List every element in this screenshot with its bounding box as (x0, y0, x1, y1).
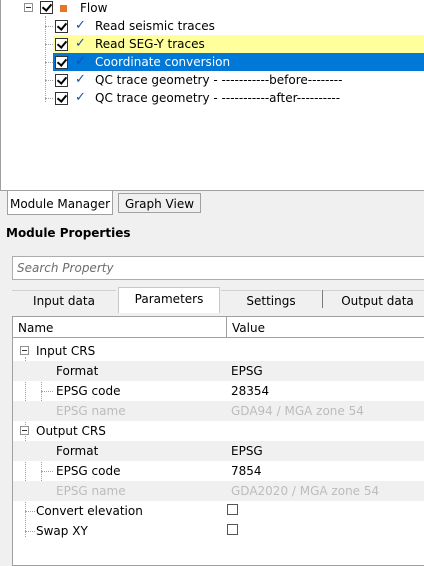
property-row-input-format[interactable]: Format EPSG (13, 361, 424, 381)
flow-item-qc-geometry-before[interactable]: ✓ QC trace geometry - -----------before-… (53, 71, 424, 89)
check-icon: ✓ (75, 18, 86, 33)
check-icon: ✓ (75, 36, 86, 51)
search-property-input[interactable]: Search Property (12, 256, 424, 280)
property-label: Format (56, 364, 99, 378)
tree-connector (45, 62, 53, 63)
flow-root-label: Flow (80, 1, 108, 15)
convert-elevation-checkbox[interactable] (227, 504, 238, 515)
flow-item-checkbox[interactable] (55, 56, 68, 69)
flow-item-label: Coordinate conversion (95, 55, 231, 69)
tab-input-data[interactable]: Input data (12, 290, 116, 311)
property-label: EPSG code (56, 384, 121, 398)
property-value: GDA94 / MGA zone 54 (231, 404, 364, 418)
column-header-value[interactable]: Value (227, 317, 424, 337)
tab-graph-view[interactable]: Graph View (118, 193, 201, 213)
tab-settings[interactable]: Settings (221, 290, 321, 311)
flow-item-qc-geometry-after[interactable]: ✓ QC trace geometry - -----------after--… (53, 89, 424, 107)
property-row-input-epsg-code[interactable]: EPSG code 28354 (13, 381, 424, 401)
flow-icon (60, 5, 67, 12)
property-value[interactable]: EPSG (231, 361, 263, 381)
property-value[interactable]: 28354 (231, 381, 269, 401)
flow-root-checkbox[interactable] (40, 1, 53, 14)
property-row-output-epsg-name: EPSG name GDA2020 / MGA zone 54 (13, 481, 424, 501)
property-grid: Name Value Input CRS Format EPSG EPSG co… (12, 316, 424, 566)
check-icon: ✓ (75, 54, 86, 69)
flow-item-label: Read SEG-Y traces (95, 37, 205, 51)
check-icon: ✓ (75, 90, 86, 105)
column-header-name[interactable]: Name (13, 317, 226, 337)
property-label: Format (56, 444, 99, 458)
tree-connector (45, 16, 46, 102)
view-tab-bar: Module Manager Graph View (0, 190, 424, 216)
tab-output-data[interactable]: Output data (323, 290, 424, 311)
property-label: EPSG name (56, 484, 126, 498)
property-row-input-epsg-name: EPSG name GDA94 / MGA zone 54 (13, 401, 424, 421)
flow-collapse-toggle[interactable] (24, 3, 33, 12)
grid-header: Name Value (13, 317, 424, 338)
property-group-output-crs[interactable]: Output CRS (13, 421, 424, 441)
flow-item-read-segy-traces[interactable]: ✓ Read SEG-Y traces (53, 35, 424, 53)
property-group-label: Output CRS (36, 424, 106, 438)
property-label: EPSG code (56, 464, 121, 478)
property-row-output-format[interactable]: Format EPSG (13, 441, 424, 461)
property-value[interactable]: EPSG (231, 441, 263, 461)
flow-item-read-seismic-traces[interactable]: ✓ Read seismic traces (53, 17, 424, 35)
property-row-convert-elevation[interactable]: Convert elevation (13, 501, 424, 521)
flow-item-label: QC trace geometry - -----------after----… (95, 91, 341, 105)
flow-item-coordinate-conversion[interactable]: ✓ Coordinate conversion (53, 53, 424, 71)
module-properties-title: Module Properties (6, 226, 131, 240)
property-row-output-epsg-code[interactable]: EPSG code 7854 (13, 461, 424, 481)
property-label: EPSG name (56, 404, 126, 418)
flow-tree-panel: Flow ✓ Read seismic traces ✓ Read SEG-Y … (0, 0, 424, 190)
tree-connector (45, 98, 53, 99)
property-tab-bar: Input data Parameters Settings Output da… (12, 287, 424, 313)
tree-connector (45, 26, 53, 27)
property-label: Convert elevation (36, 504, 143, 518)
property-label: Swap XY (36, 524, 88, 538)
property-value: GDA2020 / MGA zone 54 (231, 484, 380, 498)
tab-module-manager[interactable]: Module Manager (7, 191, 113, 215)
flow-item-checkbox[interactable] (55, 74, 68, 87)
property-group-input-crs[interactable]: Input CRS (13, 341, 424, 361)
property-value[interactable]: 7854 (231, 461, 262, 481)
input-crs-collapse-toggle[interactable] (20, 346, 29, 355)
flow-item-label: QC trace geometry - -----------before---… (95, 73, 343, 87)
property-row-swap-xy[interactable]: Swap XY (13, 521, 424, 541)
output-crs-collapse-toggle[interactable] (20, 426, 29, 435)
tree-connector (45, 44, 53, 45)
flow-item-checkbox[interactable] (55, 38, 68, 51)
tree-connector (45, 80, 53, 81)
flow-item-label: Read seismic traces (95, 19, 215, 33)
property-group-label: Input CRS (36, 344, 96, 358)
swap-xy-checkbox[interactable] (227, 524, 238, 535)
flow-item-checkbox[interactable] (55, 92, 68, 105)
flow-item-checkbox[interactable] (55, 20, 68, 33)
tab-parameters[interactable]: Parameters (118, 287, 220, 313)
check-icon: ✓ (75, 72, 86, 87)
